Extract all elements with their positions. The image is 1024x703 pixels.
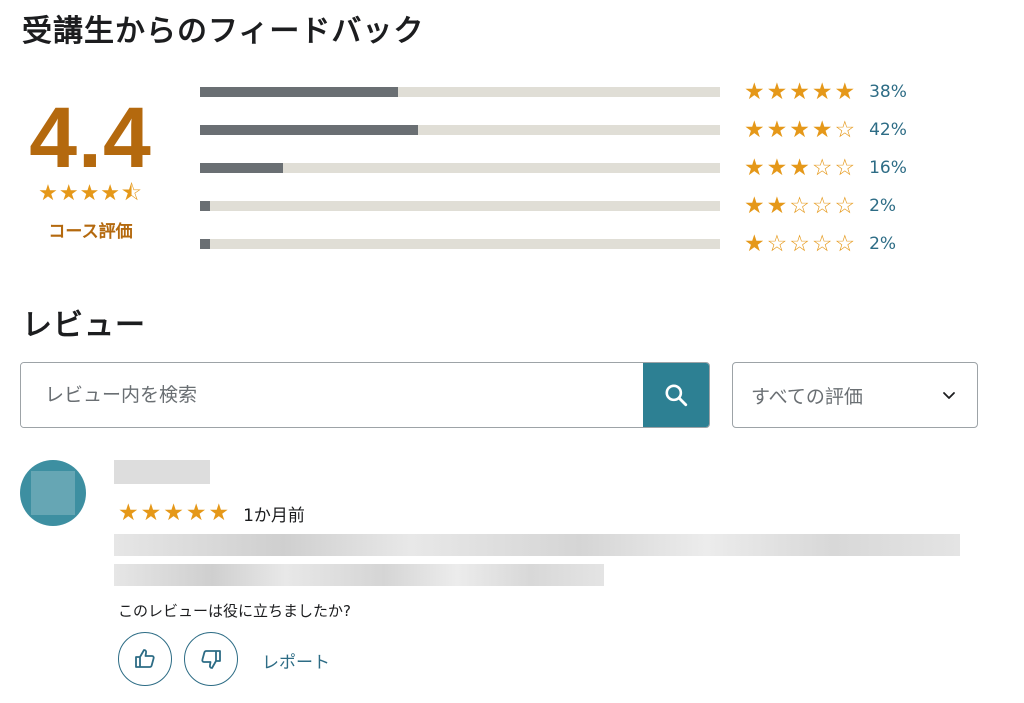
rating-row-stars: ★☆☆☆☆ <box>744 231 858 257</box>
review-date: 1か月前 <box>243 505 305 526</box>
avatar <box>20 460 86 526</box>
rating-summary: 4.4 ★★★★⯪ コース評価 <box>18 95 163 242</box>
rating-row-stars: ★★☆☆☆ <box>744 193 858 219</box>
thumbs-up-icon <box>135 649 155 668</box>
rating-row-percent: 38% <box>869 82 907 102</box>
average-rating: 4.4 <box>29 90 152 186</box>
rating-row-percent: 2% <box>869 196 897 216</box>
review-item: ★★★★★ 1か月前 このレビューは役に立ちましたか? レポート <box>20 460 980 700</box>
review-search-box <box>20 362 710 428</box>
thumbs-down-button[interactable] <box>184 632 238 686</box>
rating-bar-track <box>200 87 720 97</box>
rating-bar-track <box>200 201 720 211</box>
rating-row-1[interactable]: ★☆☆☆☆ 2% <box>200 231 960 257</box>
rating-bar-fill <box>200 201 211 211</box>
feedback-title: 受講生からのフィードバック <box>22 14 425 49</box>
report-link[interactable]: レポート <box>262 648 330 673</box>
review-meta: ★★★★★ 1か月前 <box>118 500 305 526</box>
rating-bar-fill <box>200 239 211 249</box>
rating-row-4[interactable]: ★★★★☆ 42% <box>200 117 960 143</box>
rating-row-stars: ★★★★★ <box>744 79 858 105</box>
review-text-blurred <box>114 534 960 556</box>
course-rating-label: コース評価 <box>48 222 133 242</box>
avatar-initials-blurred <box>31 471 75 515</box>
rating-row-stars: ★★★★☆ <box>744 117 858 143</box>
rating-row-percent: 42% <box>869 120 907 140</box>
search-button[interactable] <box>643 363 709 427</box>
rating-bar-track <box>200 125 720 135</box>
rating-bar-track <box>200 163 720 173</box>
helpful-question: このレビューは役に立ちましたか? <box>118 602 351 620</box>
rating-filter-value: すべての評価 <box>751 385 863 408</box>
rating-row-5[interactable]: ★★★★★ 38% <box>200 79 960 105</box>
rating-bar-track <box>200 239 720 249</box>
review-stars: ★★★★★ <box>118 500 232 526</box>
chevron-down-icon <box>943 392 955 399</box>
rating-row-percent: 2% <box>869 234 897 254</box>
thumbs-up-button[interactable] <box>118 632 172 686</box>
review-text-blurred <box>114 564 604 586</box>
rating-row-3[interactable]: ★★★☆☆ 16% <box>200 155 960 181</box>
average-stars: ★★★★⯪ <box>38 181 143 206</box>
thumbs-down-icon <box>201 650 221 669</box>
rating-bar-fill <box>200 163 284 173</box>
search-icon <box>665 384 688 407</box>
reviews-title: レビュー <box>22 308 146 343</box>
review-search-input[interactable] <box>21 363 643 427</box>
rating-bar-fill <box>200 125 419 135</box>
rating-row-stars: ★★★☆☆ <box>744 155 858 181</box>
reviewer-name-blurred <box>114 460 210 484</box>
rating-bar-fill <box>200 87 398 97</box>
rating-row-2[interactable]: ★★☆☆☆ 2% <box>200 193 960 219</box>
rating-row-percent: 16% <box>869 158 907 178</box>
rating-filter-select[interactable]: すべての評価 <box>732 362 978 428</box>
